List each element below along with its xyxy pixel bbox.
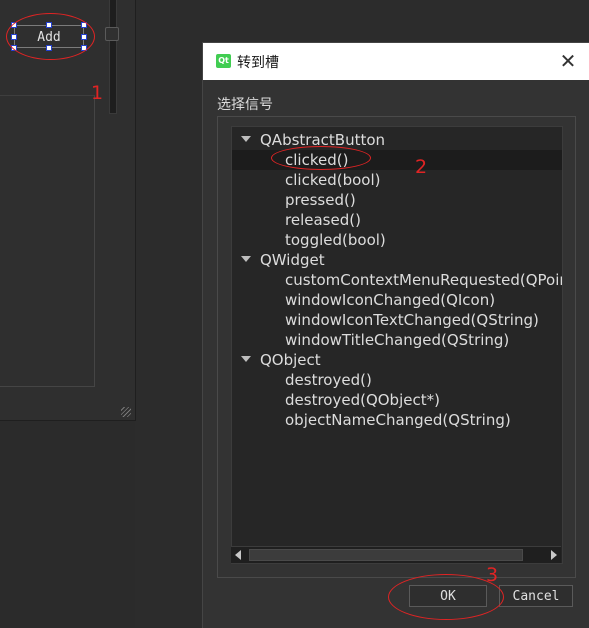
inner-widget-frame [0, 95, 95, 387]
dialog-titlebar[interactable]: Qt 转到槽 ✕ [203, 43, 589, 80]
resize-grip-icon[interactable] [121, 407, 131, 417]
tree-item[interactable]: pressed() [232, 190, 562, 210]
tree-group-label: QWidget [260, 251, 325, 269]
tree-item[interactable]: customContextMenuRequested(QPoint) [232, 270, 562, 290]
annotation-ellipse-2 [271, 146, 371, 170]
vertical-slider-track[interactable] [109, 0, 117, 114]
dialog-title: 转到槽 [237, 55, 279, 71]
expand-arrow-icon[interactable] [241, 356, 251, 362]
tree-item-label: windowIconTextChanged(QString) [285, 311, 539, 329]
tree-item[interactable]: windowIconTextChanged(QString) [232, 310, 562, 330]
annotation-number-3: 3 [486, 564, 499, 586]
go-to-slot-dialog: Qt 转到槽 ✕ 选择信号 QAbstractButton clicked() … [202, 42, 589, 628]
tree-item[interactable]: objectNameChanged(QString) [232, 410, 562, 430]
tree-item[interactable]: toggled(bool) [232, 230, 562, 250]
vertical-slider-handle[interactable] [105, 27, 119, 41]
tree-group-row[interactable]: QAbstractButton [232, 130, 562, 150]
tree-item-label: clicked(bool) [285, 171, 381, 189]
tree-item-label: objectNameChanged(QString) [285, 411, 511, 429]
close-icon[interactable]: ✕ [556, 49, 580, 73]
signal-tree[interactable]: QAbstractButton clicked() clicked(bool) … [231, 126, 563, 564]
annotation-ellipse-1 [6, 13, 95, 60]
expand-arrow-icon[interactable] [241, 256, 251, 262]
annotation-number-1: 1 [91, 82, 104, 104]
annotation-number-2: 2 [415, 156, 428, 178]
tree-item[interactable]: destroyed(QObject*) [232, 390, 562, 410]
tree-group-label: QObject [260, 351, 321, 369]
tree-item-label: toggled(bool) [285, 231, 386, 249]
tree-item[interactable]: released() [232, 210, 562, 230]
tree-item[interactable]: windowTitleChanged(QString) [232, 330, 562, 350]
cancel-button[interactable]: Cancel [499, 585, 573, 607]
tree-item-label: pressed() [285, 191, 356, 209]
tree-item-label: destroyed(QObject*) [285, 391, 440, 409]
scroll-left-icon[interactable] [235, 550, 241, 560]
tree-item-label: released() [285, 211, 361, 229]
tree-item[interactable]: clicked(bool) [232, 170, 562, 190]
qt-logo-icon: Qt [216, 54, 231, 68]
tree-group-row[interactable]: QWidget [232, 250, 562, 270]
expand-arrow-icon[interactable] [241, 136, 251, 142]
scroll-right-icon[interactable] [551, 550, 557, 560]
tree-item-label: windowTitleChanged(QString) [285, 331, 510, 349]
tree-group-row[interactable]: QObject [232, 350, 562, 370]
tree-item-label: customContextMenuRequested(QPoint) [285, 271, 563, 289]
tree-item-label: windowIconChanged(QIcon) [285, 291, 496, 309]
scrollbar-thumb[interactable] [249, 549, 523, 561]
tree-item[interactable]: destroyed() [232, 370, 562, 390]
select-signal-label: 选择信号 [217, 97, 273, 113]
tree-item-label: destroyed() [285, 371, 372, 389]
horizontal-scrollbar[interactable] [231, 546, 561, 563]
tree-item[interactable]: windowIconChanged(QIcon) [232, 290, 562, 310]
